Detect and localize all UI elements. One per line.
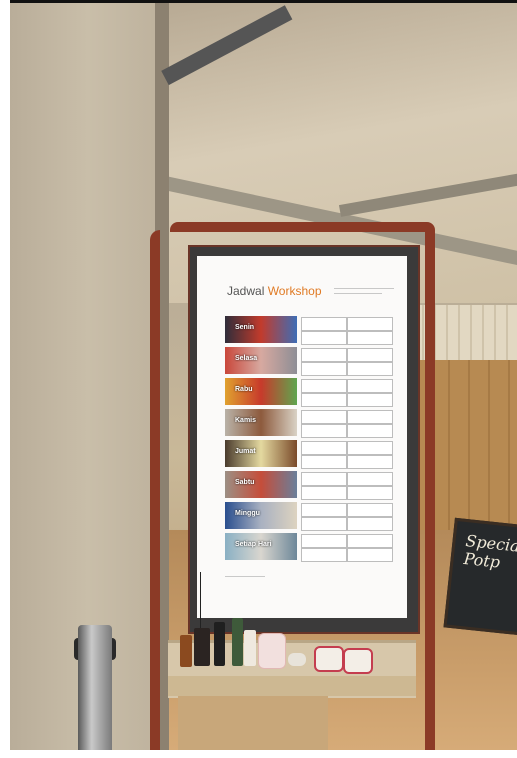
day-label: Jumat <box>235 448 256 455</box>
small-tin <box>288 653 306 666</box>
header-note-lines <box>334 285 394 299</box>
left-border <box>0 0 10 758</box>
schedule-cell <box>301 548 347 562</box>
title-accent: Workshop <box>267 284 322 298</box>
top-border <box>0 0 517 3</box>
schedule-cell <box>301 379 347 393</box>
bottom-border <box>0 750 517 758</box>
reed-diffuser-sticks <box>200 572 215 632</box>
schedule-cell <box>301 455 347 469</box>
schedule-cell <box>347 362 393 376</box>
schedule-cell <box>347 548 393 562</box>
schedule-cell <box>301 362 347 376</box>
schedule-cell <box>301 424 347 438</box>
schedule-cell <box>347 503 393 517</box>
schedule-cell <box>347 424 393 438</box>
schedule-row: Kamis <box>225 409 393 438</box>
day-label: Selasa <box>235 355 258 362</box>
schedule-cell <box>347 486 393 500</box>
schedule-row: Senin <box>225 316 393 345</box>
day-label: Sabtu <box>235 479 255 486</box>
easel-frame-right <box>425 230 435 755</box>
schedule-row: Setiap Hari <box>225 533 393 562</box>
schedule-cell <box>301 317 347 331</box>
schedule-cell <box>301 331 347 345</box>
schedule-cell <box>347 410 393 424</box>
workshop-thumbnail: Setiap Hari <box>225 533 297 560</box>
pink-jar <box>258 633 286 669</box>
day-label: Rabu <box>235 386 253 393</box>
schedule-cell <box>301 534 347 548</box>
screen-footer <box>225 576 265 577</box>
photo-scene: Special Potp Jadwal Workshop Senin Selasa… <box>0 0 517 758</box>
schedule-title: Jadwal Workshop <box>227 284 322 298</box>
schedule-cell <box>347 317 393 331</box>
schedule-row: Jumat <box>225 440 393 469</box>
schedule-cell <box>301 486 347 500</box>
schedule-row: Sabtu <box>225 471 393 500</box>
schedule-row: Rabu <box>225 378 393 407</box>
schedule-cell <box>347 348 393 362</box>
workshop-thumbnail: Minggu <box>225 502 297 529</box>
schedule-cell <box>347 472 393 486</box>
schedule-cell <box>301 410 347 424</box>
shelf-cabinet <box>178 696 328 756</box>
easel-frame-left <box>150 230 160 755</box>
schedule-screen: Jadwal Workshop Senin Selasa Rabu Kamis Juma… <box>197 256 407 618</box>
schedule-cell <box>301 503 347 517</box>
green-bottle <box>232 618 243 666</box>
schedule-cell <box>301 348 347 362</box>
day-label: Senin <box>235 324 255 331</box>
red-tin-1 <box>314 646 344 672</box>
day-label: Minggu <box>235 510 260 517</box>
schedule-cell <box>347 455 393 469</box>
queue-stanchion <box>78 625 112 755</box>
red-tin-2 <box>343 648 373 674</box>
workshop-thumbnail: Rabu <box>225 378 297 405</box>
schedule-cell <box>347 393 393 407</box>
diffuser-bottle <box>194 628 210 666</box>
white-bottle <box>244 630 256 666</box>
workshop-thumbnail: Sabtu <box>225 471 297 498</box>
schedule-row: Minggu <box>225 502 393 531</box>
day-label: Kamis <box>235 417 257 424</box>
schedule-cell <box>347 534 393 548</box>
shelf-front <box>168 676 416 696</box>
schedule-cell <box>301 441 347 455</box>
day-label: Setiap Hari <box>235 541 272 548</box>
chalkboard-sign: Special Potp <box>443 517 517 637</box>
schedule-cell <box>347 517 393 531</box>
schedule-cell <box>347 441 393 455</box>
schedule-cell <box>347 379 393 393</box>
schedule-cell <box>301 393 347 407</box>
chalkboard-text: Special Potp <box>463 531 517 574</box>
easel-frame-top <box>170 222 435 232</box>
workshop-thumbnail: Kamis <box>225 409 297 436</box>
schedule-row: Selasa <box>225 347 393 376</box>
schedule-cell <box>347 331 393 345</box>
workshop-thumbnail: Senin <box>225 316 297 343</box>
workshop-thumbnail: Selasa <box>225 347 297 374</box>
schedule-cell <box>301 517 347 531</box>
title-prefix: Jadwal <box>227 284 268 298</box>
amber-bottle <box>180 635 192 667</box>
workshop-thumbnail: Jumat <box>225 440 297 467</box>
dark-bottle <box>214 622 225 666</box>
schedule-cell <box>301 472 347 486</box>
